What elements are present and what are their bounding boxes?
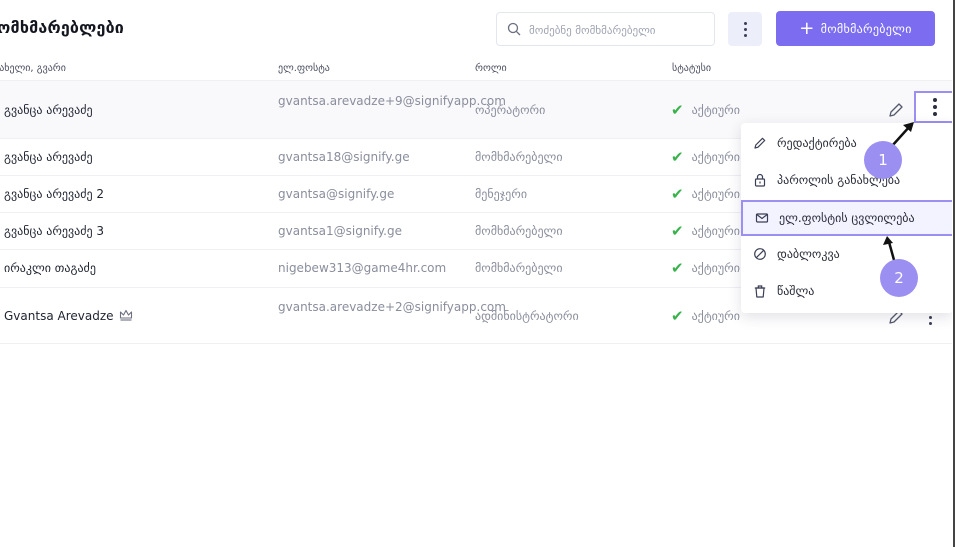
- menu-item-edit[interactable]: რედაქტირება: [741, 125, 952, 161]
- menu-item-reset-password[interactable]: პაროლის განახლება: [741, 162, 952, 198]
- user-role: მომხმარებელი: [475, 150, 563, 164]
- menu-item-block[interactable]: დაბლოკვა: [741, 236, 952, 272]
- add-user-label: მომხმარებელი: [820, 21, 912, 36]
- search-icon: [507, 22, 521, 36]
- user-email: gvantsa@signify.ge: [278, 187, 395, 201]
- user-role: ადმინისტრატორი: [475, 309, 579, 323]
- user-name: Gvantsa Arevadze: [4, 309, 133, 323]
- page-title: მომხმარებლები: [0, 18, 125, 37]
- user-email: gvantsa1@signify.ge: [278, 224, 402, 238]
- user-name: ირაკლი თაგაძე: [4, 261, 96, 275]
- status-label: აქტიური: [691, 309, 740, 323]
- user-role: ოპერატორი: [475, 103, 546, 117]
- user-name: გვანცა არევაძე 2: [4, 187, 105, 201]
- user-name: გვანცა არევაძე: [4, 103, 93, 117]
- trash-icon: [754, 285, 766, 298]
- user-email: gvantsa.arevadze+2@signifyapp.com: [278, 300, 506, 314]
- window-edge: [953, 0, 955, 547]
- column-header-status[interactable]: სტატუსი: [672, 63, 711, 74]
- status-badge: ✔ აქტიური: [671, 185, 740, 203]
- menu-item-label: რედაქტირება: [777, 136, 857, 150]
- row-context-menu: რედაქტირება პაროლის განახლება ელ.ფოსტის …: [741, 123, 952, 313]
- users-page: მომხმარებლები + მომხმარებელი სახელი, გვა…: [0, 0, 952, 547]
- menu-item-label: წაშლა: [777, 284, 815, 298]
- kebab-icon: [743, 21, 747, 37]
- user-role: მენეჯერი: [475, 187, 528, 201]
- kebab-icon: [933, 98, 937, 116]
- check-icon: ✔: [671, 101, 684, 119]
- menu-item-change-email[interactable]: ელ.ფოსტის ცვლილება: [741, 200, 952, 236]
- check-icon: ✔: [671, 259, 684, 277]
- check-icon: ✔: [671, 185, 684, 203]
- user-email: gvantsa.arevadze+9@signifyapp.com: [278, 94, 506, 108]
- user-name: გვანცა არევაძე 3: [4, 224, 105, 238]
- menu-item-label: დაბლოკვა: [777, 247, 840, 261]
- plus-icon: +: [799, 17, 815, 39]
- column-header-email[interactable]: ელ.ფოსტა: [278, 63, 330, 74]
- step-1-badge: 1: [864, 141, 902, 179]
- add-user-button[interactable]: + მომხმარებელი: [776, 11, 935, 46]
- status-label: აქტიური: [691, 261, 740, 275]
- edit-icon[interactable]: [887, 101, 905, 119]
- mail-icon: [755, 213, 769, 223]
- row-divider: [0, 343, 952, 344]
- column-header-name[interactable]: სახელი, გვარი: [0, 63, 66, 74]
- status-badge: ✔ აქტიური: [671, 307, 740, 325]
- column-header-role[interactable]: როლი: [475, 63, 507, 74]
- search-box[interactable]: [496, 12, 715, 46]
- pencil-icon: [754, 137, 766, 149]
- check-icon: ✔: [671, 148, 684, 166]
- step-2-badge: 2: [880, 259, 918, 297]
- row-more-button-highlighted[interactable]: [914, 91, 952, 123]
- lock-icon: [754, 173, 766, 187]
- user-email: gvantsa18@signify.ge: [278, 150, 410, 164]
- status-badge: ✔ აქტიური: [671, 259, 740, 277]
- check-icon: ✔: [671, 307, 684, 325]
- status-badge: ✔ აქტიური: [671, 101, 740, 119]
- more-options-button[interactable]: [728, 12, 762, 46]
- block-icon: [754, 248, 766, 260]
- status-badge: ✔ აქტიური: [671, 222, 740, 240]
- user-name-text: Gvantsa Arevadze: [4, 309, 114, 323]
- user-role: მომხმარებელი: [475, 224, 563, 238]
- user-email: nigebew313@game4hr.com: [278, 261, 447, 275]
- menu-item-delete[interactable]: წაშლა: [741, 273, 952, 309]
- check-icon: ✔: [671, 222, 684, 240]
- user-name: გვანცა არევაძე: [4, 150, 93, 164]
- status-label: აქტიური: [691, 187, 740, 201]
- user-role: მომხმარებელი: [475, 261, 563, 275]
- status-label: აქტიური: [691, 103, 740, 117]
- status-badge: ✔ აქტიური: [671, 148, 740, 166]
- status-label: აქტიური: [691, 224, 740, 238]
- status-label: აქტიური: [691, 150, 740, 164]
- menu-item-label: ელ.ფოსტის ცვლილება: [779, 211, 915, 225]
- crown-icon: [120, 309, 133, 321]
- search-input[interactable]: [529, 19, 709, 41]
